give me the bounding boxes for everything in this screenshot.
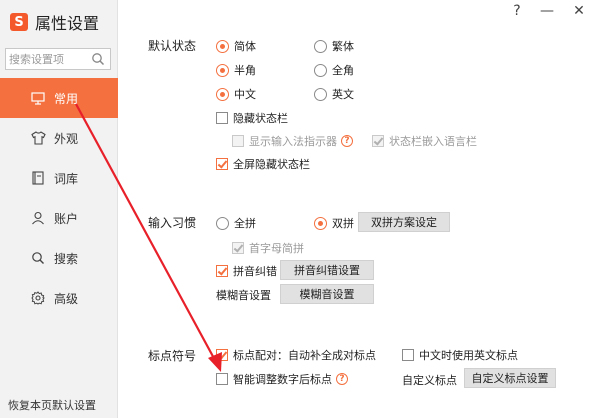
checkbox-indicator[interactable] — [216, 265, 228, 277]
help-circle-icon[interactable]: ? — [341, 135, 353, 147]
radio-full-width[interactable]: 全角 — [314, 62, 354, 78]
checkbox-fullscreen-hide[interactable]: 全屏隐藏状态栏 — [216, 156, 310, 172]
checkbox-label: 智能调整数字后标点 — [233, 373, 332, 386]
checkbox-label: 中文时使用英文标点 — [419, 349, 518, 362]
checkbox-indicator[interactable] — [232, 135, 244, 147]
radio-double-pinyin[interactable]: 双拼 — [314, 215, 354, 231]
radio-indicator[interactable] — [216, 63, 229, 77]
sidebar-item-label: 外观 — [54, 131, 79, 146]
radio-label: 中文 — [234, 88, 256, 101]
settings-content: 默认状态 简体 繁体 半角 全角 中文 英文 隐藏状态栏 显示输入法指示器 ? … — [118, 0, 600, 418]
checkbox-show-indicator[interactable]: 显示输入法指示器 ? — [232, 133, 353, 149]
pinyin-correction-settings-button[interactable]: 拼音纠错设置 — [280, 260, 374, 280]
sidebar-item-appearance[interactable]: 外观 — [0, 118, 118, 158]
settings-window: S 属性设置 常用 外观 — [0, 0, 600, 418]
radio-label: 全角 — [332, 64, 354, 77]
radio-indicator[interactable] — [216, 39, 229, 53]
search-icon[interactable] — [91, 52, 105, 69]
checkbox-hide-status-bar[interactable]: 隐藏状态栏 — [216, 110, 288, 126]
radio-indicator[interactable] — [216, 87, 229, 101]
sogou-logo-icon: S — [10, 13, 28, 31]
help-circle-icon[interactable]: ? — [336, 373, 348, 385]
book-icon — [30, 170, 46, 186]
sidebar-item-label: 词库 — [54, 171, 79, 186]
checkbox-label: 标点配对：自动补全成对标点 — [233, 349, 376, 362]
search-input[interactable] — [6, 49, 90, 69]
reset-defaults-link[interactable]: 恢复本页默认设置 — [8, 397, 96, 413]
checkbox-label: 状态栏嵌入语言栏 — [389, 135, 477, 148]
user-icon — [30, 210, 46, 226]
double-pinyin-scheme-button[interactable]: 双拼方案设定 — [358, 212, 450, 232]
radio-label: 繁体 — [332, 40, 354, 53]
radio-indicator[interactable] — [314, 87, 327, 101]
radio-traditional[interactable]: 繁体 — [314, 38, 354, 54]
default-state-label: 默认状态 — [148, 39, 197, 53]
radio-indicator[interactable] — [314, 216, 327, 230]
checkbox-label: 首字母简拼 — [249, 242, 304, 255]
checkbox-indicator[interactable] — [372, 135, 384, 147]
checkbox-label: 显示输入法指示器 — [249, 135, 337, 148]
checkbox-indicator[interactable] — [232, 242, 244, 254]
search-icon — [30, 250, 46, 266]
checkbox-indicator[interactable] — [216, 373, 228, 385]
shirt-icon — [30, 130, 46, 146]
checkbox-indicator[interactable] — [216, 349, 228, 361]
radio-indicator[interactable] — [216, 216, 229, 230]
sidebar-item-label: 常用 — [54, 91, 79, 106]
sidebar-item-common[interactable]: 常用 — [0, 78, 118, 118]
radio-indicator[interactable] — [314, 63, 327, 77]
checkbox-pinyin-correction[interactable]: 拼音纠错 — [216, 263, 277, 279]
radio-half-width[interactable]: 半角 — [216, 62, 256, 78]
checkbox-label: 拼音纠错 — [233, 265, 277, 278]
checkbox-label: 隐藏状态栏 — [233, 112, 288, 125]
checkbox-indicator[interactable] — [402, 349, 414, 361]
sidebar-item-lexicon[interactable]: 词库 — [0, 158, 118, 198]
radio-label: 英文 — [332, 88, 354, 101]
sidebar-item-label: 搜索 — [54, 251, 79, 266]
radio-simplified[interactable]: 简体 — [216, 38, 256, 54]
fuzzy-sound-settings-button[interactable]: 模糊音设置 — [280, 284, 374, 304]
fuzzy-sound-label: 模糊音设置 — [216, 289, 271, 302]
radio-english[interactable]: 英文 — [314, 86, 354, 102]
checkbox-pair-auto[interactable]: 标点配对：自动补全成对标点 — [216, 347, 376, 363]
gear-icon — [30, 290, 46, 306]
radio-label: 全拼 — [234, 217, 256, 230]
checkbox-indicator[interactable] — [216, 158, 228, 170]
radio-indicator[interactable] — [314, 39, 327, 53]
input-habit-label: 输入习惯 — [148, 216, 197, 230]
sidebar-item-account[interactable]: 账户 — [0, 198, 118, 238]
sidebar-item-advanced[interactable]: 高级 — [0, 278, 118, 318]
brand: S 属性设置 — [10, 10, 99, 34]
custom-punctuation-label: 自定义标点 — [402, 374, 457, 387]
sidebar: S 属性设置 常用 外观 — [0, 0, 118, 418]
checkbox-english-in-chinese[interactable]: 中文时使用英文标点 — [402, 347, 518, 363]
checkbox-smart-digit[interactable]: 智能调整数字后标点 ? — [216, 371, 348, 387]
checkbox-indicator[interactable] — [216, 112, 228, 124]
checkbox-embed-lang-bar[interactable]: 状态栏嵌入语言栏 — [372, 133, 477, 149]
radio-label: 双拼 — [332, 217, 354, 230]
checkbox-label: 全屏隐藏状态栏 — [233, 158, 310, 171]
punctuation-label: 标点符号 — [148, 349, 197, 363]
sidebar-item-label: 高级 — [54, 291, 79, 306]
sidebar-item-search[interactable]: 搜索 — [0, 238, 118, 278]
window-title: 属性设置 — [35, 14, 100, 33]
sidebar-item-label: 账户 — [54, 211, 79, 226]
checkbox-initial-abbrev[interactable]: 首字母简拼 — [232, 240, 304, 256]
search-box — [5, 48, 111, 70]
monitor-icon — [30, 90, 46, 106]
custom-punctuation-settings-button[interactable]: 自定义标点设置 — [464, 368, 556, 388]
radio-chinese[interactable]: 中文 — [216, 86, 256, 102]
radio-label: 半角 — [234, 64, 256, 77]
radio-label: 简体 — [234, 40, 256, 53]
radio-full-pinyin[interactable]: 全拼 — [216, 215, 256, 231]
sidebar-nav: 常用 外观 词库 账户 搜索 高级 — [0, 78, 118, 318]
